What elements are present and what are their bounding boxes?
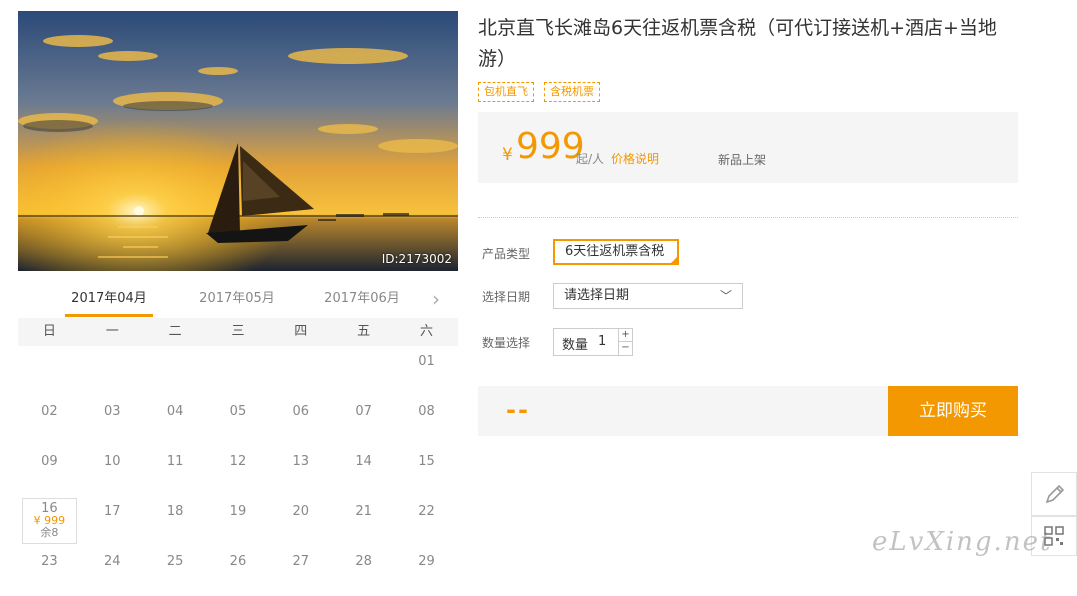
checkmark-icon: ✓ (671, 256, 677, 264)
weekday-label: 六 (419, 324, 433, 339)
month-tabs: 2017年04月 2017年05月 2017年06月 › (18, 285, 458, 317)
calendar-week-row: 16 ¥ 999 余8 17 18 19 20 21 22 (18, 496, 458, 546)
product-type-value: 6天往返机票含税 (565, 244, 665, 259)
calendar-day: 12 (229, 454, 247, 469)
calendar-week-row: 02 03 04 05 06 07 08 (18, 396, 458, 446)
calendar-week-row: 09 10 11 12 13 14 15 (18, 446, 458, 496)
calendar-empty-cell (18, 346, 81, 396)
total-price: -- (506, 396, 530, 424)
divider (478, 217, 1018, 218)
calendar-empty-cell (81, 346, 144, 396)
tab-2017-06[interactable]: 2017年06月 (318, 285, 406, 317)
calendar-day: 02 (41, 404, 58, 419)
pencil-icon (1045, 484, 1065, 504)
calendar-day: 20 (292, 504, 310, 519)
calendar-day: 26 (229, 554, 247, 569)
calendar-day: 18 (166, 504, 184, 519)
calendar-empty-cell (207, 346, 270, 396)
new-product-badge: 新品上架 (718, 153, 767, 167)
quantity-increment-button[interactable]: + (618, 329, 632, 342)
price-unit: 起/人 (576, 152, 605, 166)
calendar-day: 17 (103, 504, 121, 519)
price-panel: ¥ 999 起/人 价格说明 新品上架 (478, 112, 1018, 183)
quantity-input[interactable]: 1 (598, 334, 618, 349)
tab-2017-04[interactable]: 2017年04月 (65, 285, 153, 317)
calendar-day: 25 (166, 554, 184, 569)
calendar-day: 05 (229, 404, 247, 419)
tag-charter-direct: 包机直飞 (478, 82, 534, 102)
calendar-day: 10 (103, 454, 121, 469)
tab-2017-05[interactable]: 2017年05月 (193, 285, 281, 317)
product-hero-image: ID:2173002 (18, 11, 458, 271)
quantity-inner-label: 数量 (562, 338, 589, 353)
date-select-value: 请选择日期 (564, 288, 630, 303)
product-id-label: ID:2173002 (381, 252, 452, 266)
site-watermark: eLvXing.net (872, 527, 1053, 557)
calendar-day: 29 (418, 554, 435, 569)
product-type-label: 产品类型 (482, 247, 531, 261)
calendar-week-row: 01 (18, 346, 458, 396)
weekday-label: 二 (168, 324, 182, 339)
date-label: 选择日期 (482, 290, 531, 304)
calendar-body: 01 02 03 04 05 06 07 08 09 10 11 12 13 14 15 16 ¥ 999 余8 1… (18, 346, 458, 596)
weekday-label: 五 (357, 324, 371, 339)
calendar-day: 28 (355, 554, 372, 569)
calendar-week-row: 23 24 25 26 27 28 29 (18, 546, 458, 596)
quantity-stepper: 数量 1 + − (553, 328, 633, 356)
calendar-day: 15 (418, 454, 435, 469)
date-select[interactable]: 请选择日期 ﹀ (553, 283, 743, 309)
calendar-day: 19 (229, 504, 247, 519)
calendar-day: 04 (166, 404, 184, 419)
weekday-label: 三 (231, 324, 245, 339)
calendar-day: 14 (355, 454, 372, 469)
calendar-day: 23 (41, 554, 58, 569)
calendar-day: 13 (292, 454, 310, 469)
chevron-down-icon: ﹀ (719, 289, 732, 303)
calendar-day: 27 (292, 554, 310, 569)
calendar-day: 11 (166, 454, 184, 469)
weekday-label: 一 (105, 324, 119, 339)
feedback-button[interactable] (1031, 472, 1077, 516)
sunset-sailboat-photo (18, 11, 458, 271)
product-title: 北京直飞长滩岛6天往返机票含税（可代订接送机+酒店+当地游） (478, 17, 997, 70)
calendar-day: 09 (41, 454, 58, 469)
calendar-day: 08 (418, 404, 435, 419)
tag-tax-included: 含税机票 (544, 82, 600, 102)
calendar-day: 01 (418, 354, 435, 369)
calendar-day: 21 (355, 504, 372, 519)
calendar-day: 06 (292, 404, 310, 419)
calendar-empty-cell (144, 346, 207, 396)
price-description-link[interactable]: 价格说明 (611, 150, 659, 167)
calendar-grid: 日 一 二 三 四 五 六 01 02 03 04 05 06 07 08 09 10 11 12 13… (18, 318, 458, 576)
calendar-empty-cell (269, 346, 332, 396)
calendar-day: 07 (355, 404, 372, 419)
calendar-day: 24 (103, 554, 121, 569)
weekday-label: 日 (42, 324, 56, 339)
day-remaining: 余8 (40, 526, 59, 539)
calendar-day: 22 (418, 504, 435, 519)
product-tags: 包机直飞 含税机票 (478, 82, 600, 102)
calendar-day: 03 (103, 404, 121, 419)
product-type-option[interactable]: 6天往返机票含税 ✓ (553, 239, 679, 265)
weekday-header: 日 一 二 三 四 五 六 (18, 318, 458, 346)
quantity-label: 数量选择 (482, 336, 531, 350)
order-bar: -- 立即购买 (478, 386, 1018, 436)
weekday-label: 四 (294, 324, 308, 339)
calendar-day-available[interactable]: 16 ¥ 999 余8 (22, 498, 77, 544)
price-amount: 999 (516, 126, 585, 167)
buy-now-button[interactable]: 立即购买 (888, 386, 1018, 436)
quantity-decrement-button[interactable]: − (618, 342, 632, 355)
chevron-right-icon[interactable]: › (432, 287, 452, 311)
calendar-empty-cell (332, 346, 395, 396)
currency-symbol: ¥ (502, 145, 513, 165)
